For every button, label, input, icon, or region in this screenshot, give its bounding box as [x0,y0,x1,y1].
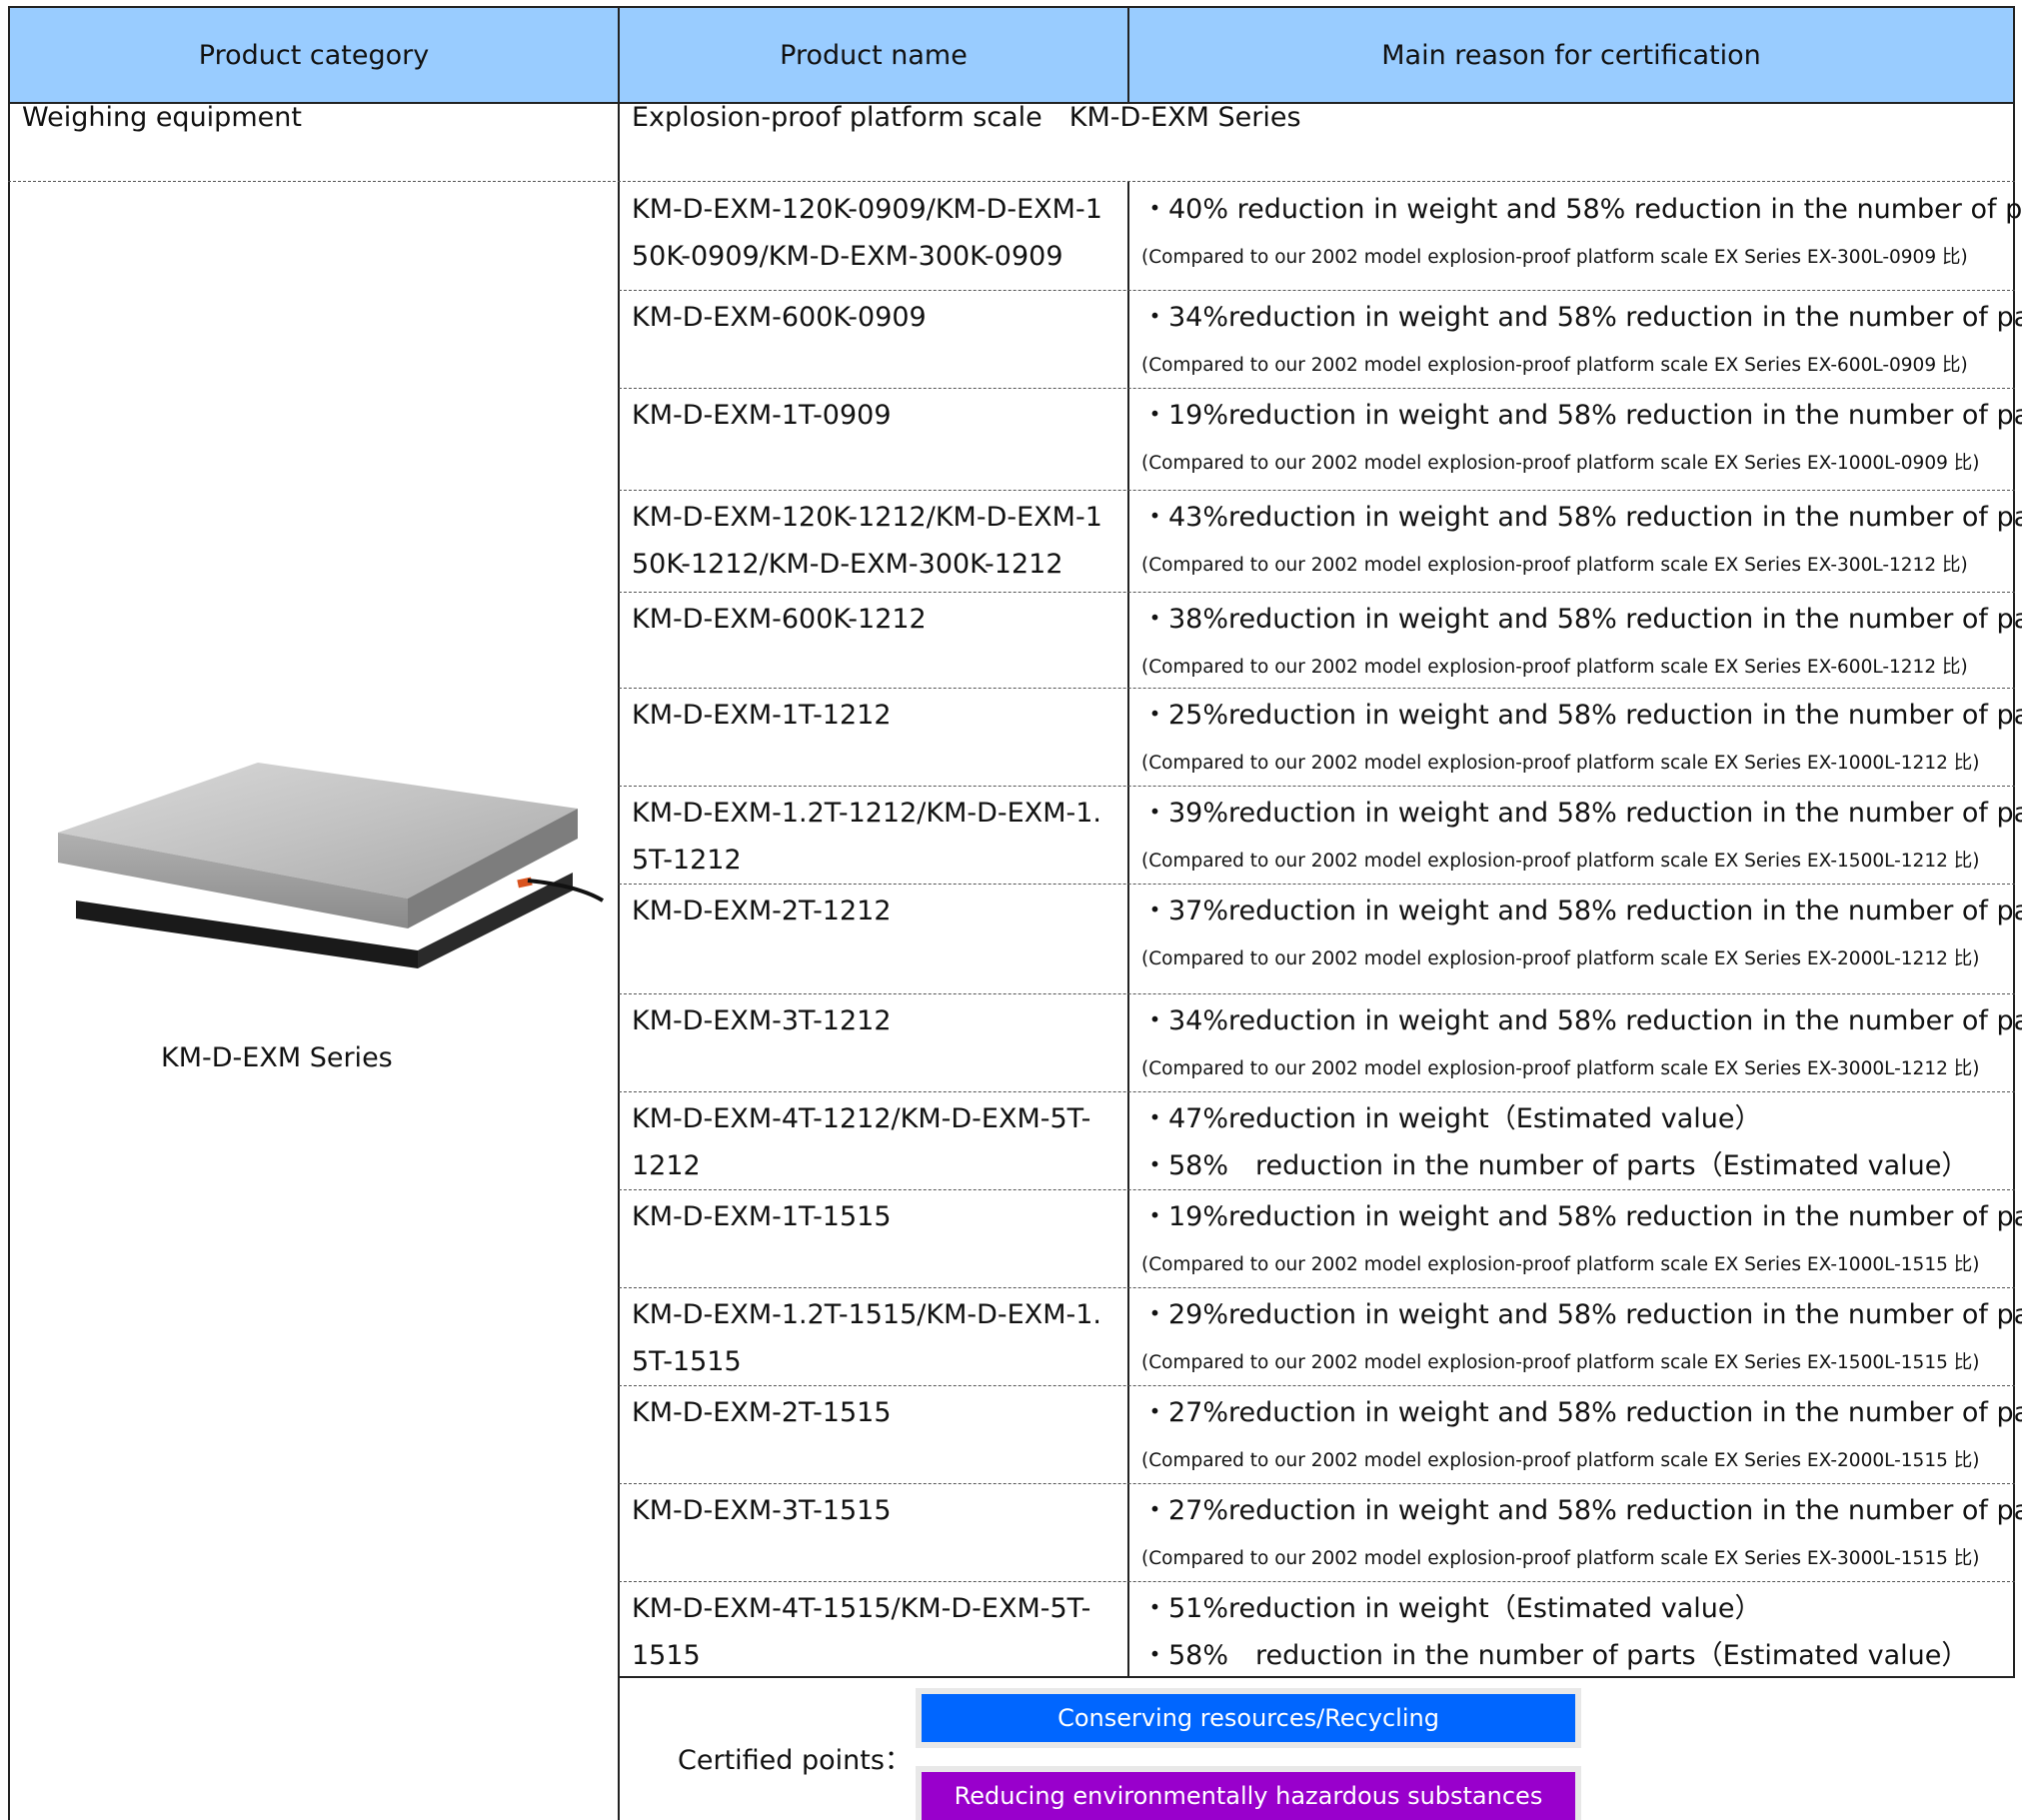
badge-conserving-resources: Conserving resources/Recycling [922,1694,1575,1742]
category-label: Weighing equipment [22,102,302,133]
reason-main: ・47%reduction in weight（Estimated value） [1141,1103,1762,1134]
row-divider [619,1189,2015,1190]
certified-divider [618,1676,2015,1678]
product-name-line1: KM-D-EXM-2T-1515 [632,1397,892,1428]
certified-label: Certified points： [678,1745,912,1776]
product-name-line1: KM-D-EXM-120K-0909/KM-D-EXM-1 [632,194,1102,225]
table-border-left [8,102,10,1820]
product-name-line2: 5T-1212 [632,845,742,876]
reason-main: ・27%reduction in weight and 58% reductio… [1141,1397,2022,1428]
row-divider [619,1483,2015,1484]
reason-main: ・25%reduction in weight and 58% reductio… [1141,700,2022,731]
row-divider [619,688,2015,689]
product-name-line2: 1212 [632,1150,701,1181]
product-name-line1: KM-D-EXM-3T-1212 [632,1005,892,1036]
reason-main: ・27%reduction in weight and 58% reductio… [1141,1495,2022,1526]
row-divider [619,490,2015,491]
row-divider [619,592,2015,593]
row-divider [8,181,2015,182]
reason-main: ・39%reduction in weight and 58% reductio… [1141,798,2022,829]
header-product-category: Product category [8,6,620,104]
product-name-line1: KM-D-EXM-1T-1515 [632,1201,892,1232]
reason-comparison-note: (Compared to our 2002 model explosion-pr… [1141,1058,1980,1079]
reason-secondary: ・58% reduction in the number of parts（Es… [1141,1640,1969,1671]
reason-main: ・38%reduction in weight and 58% reductio… [1141,604,2022,635]
reason-comparison-note: (Compared to our 2002 model explosion-pr… [1141,948,1980,969]
row-divider [619,1385,2015,1386]
reason-secondary: ・58% reduction in the number of parts（Es… [1141,1150,1969,1181]
reason-main: ・34%reduction in weight and 58% reductio… [1141,1005,2022,1036]
product-name-line2: 1515 [632,1640,701,1671]
row-divider [619,1091,2015,1092]
reason-comparison-note: (Compared to our 2002 model explosion-pr… [1141,753,1980,774]
product-name-line1: KM-D-EXM-2T-1212 [632,896,892,926]
column-divider-1 [618,102,620,1820]
reason-main: ・34%reduction in weight and 58% reductio… [1141,302,2022,333]
product-title: Explosion-proof platform scale KM-D-EXM … [632,102,1301,133]
reason-comparison-note: (Compared to our 2002 model explosion-pr… [1141,1254,1980,1275]
reason-comparison-note: (Compared to our 2002 model explosion-pr… [1141,851,1980,872]
platform-scale-icon [58,763,605,968]
reason-main: ・19%reduction in weight and 58% reductio… [1141,1201,2022,1232]
reason-comparison-note: (Compared to our 2002 model explosion-pr… [1141,1450,1980,1471]
reason-main: ・40% reduction in weight and 58% reducti… [1141,194,2022,225]
row-divider [619,786,2015,787]
header-product-name: Product name [618,6,1129,104]
column-divider-2 [1127,182,1129,1677]
row-divider [619,1287,2015,1288]
product-name-line1: KM-D-EXM-1.2T-1515/KM-D-EXM-1. [632,1299,1102,1330]
row-divider [619,884,2015,885]
reason-comparison-note: (Compared to our 2002 model explosion-pr… [1141,555,1968,576]
row-divider [619,290,2015,291]
reason-main: ・19%reduction in weight and 58% reductio… [1141,400,2022,431]
reason-comparison-note: (Compared to our 2002 model explosion-pr… [1141,247,1968,268]
product-name-line1: KM-D-EXM-120K-1212/KM-D-EXM-1 [632,502,1102,533]
reason-main: ・37%reduction in weight and 58% reductio… [1141,896,2022,926]
product-name-line1: KM-D-EXM-1T-0909 [632,400,892,431]
row-divider [619,993,2015,994]
row-divider [619,388,2015,389]
reason-main: ・29%reduction in weight and 58% reductio… [1141,1299,2022,1330]
badge-hazardous-substances: Reducing environmentally hazardous subst… [922,1772,1575,1820]
product-name-line1: KM-D-EXM-1.2T-1212/KM-D-EXM-1. [632,798,1102,829]
product-name-line1: KM-D-EXM-4T-1212/KM-D-EXM-5T- [632,1103,1091,1134]
product-name-line1: KM-D-EXM-3T-1515 [632,1495,892,1526]
product-name-line1: KM-D-EXM-600K-1212 [632,604,927,635]
reason-comparison-note: (Compared to our 2002 model explosion-pr… [1141,1548,1980,1569]
product-name-line2: 5T-1515 [632,1346,742,1377]
product-name-line1: KM-D-EXM-1T-1212 [632,700,892,731]
reason-comparison-note: (Compared to our 2002 model explosion-pr… [1141,355,1968,376]
product-name-line1: KM-D-EXM-600K-0909 [632,302,927,333]
reason-main: ・43%reduction in weight and 58% reductio… [1141,502,2022,533]
series-name: KM-D-EXM Series [161,1042,393,1073]
product-name-line1: KM-D-EXM-4T-1515/KM-D-EXM-5T- [632,1593,1091,1624]
row-divider [619,1581,2015,1582]
certification-table: Product category Product name Main reaso… [8,6,2022,1820]
product-name-line2: 50K-0909/KM-D-EXM-300K-0909 [632,241,1063,272]
reason-comparison-note: (Compared to our 2002 model explosion-pr… [1141,657,1968,678]
reason-comparison-note: (Compared to our 2002 model explosion-pr… [1141,1352,1980,1373]
product-name-line2: 50K-1212/KM-D-EXM-300K-1212 [632,549,1063,580]
reason-comparison-note: (Compared to our 2002 model explosion-pr… [1141,453,1980,474]
reason-main: ・51%reduction in weight（Estimated value） [1141,1593,1762,1624]
product-image [58,751,618,980]
header-main-reason: Main reason for certification [1127,6,2015,104]
